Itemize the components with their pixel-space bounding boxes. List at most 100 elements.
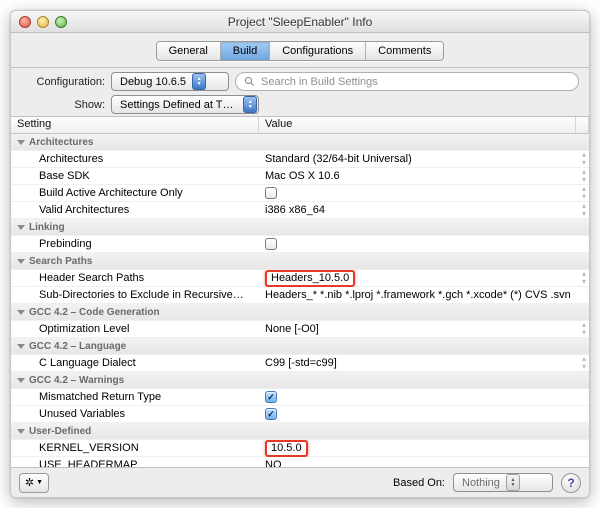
group-header[interactable]: Search Paths [11,253,589,270]
group-header[interactable]: GCC 4.2 – Code Generation [11,304,589,321]
setting-key: C Language Dialect [11,357,259,369]
disclosure-triangle-icon [17,429,25,434]
setting-key: Header Search Paths [11,272,259,284]
group-header[interactable]: Architectures [11,134,589,151]
action-menu-button[interactable]: ✲▼ [19,473,49,493]
show-popup[interactable]: Settings Defined at Thi… [111,95,259,114]
checkbox[interactable] [265,187,277,199]
setting-key: Mismatched Return Type [11,391,259,403]
setting-key: Unused Variables [11,408,259,420]
checkbox[interactable] [265,391,277,403]
zoom-icon[interactable] [55,16,67,28]
table-row[interactable]: Valid Architecturesi386 x86_64 [11,202,589,219]
show-value: Settings Defined at Thi… [120,99,237,111]
configuration-popup[interactable]: Debug 10.6.5 [111,72,229,91]
table-row[interactable]: KERNEL_VERSION 10.5.0 [11,440,589,457]
stepper-icon[interactable] [579,321,589,337]
based-on-value: Nothing [462,477,500,489]
table-row[interactable]: Prebinding [11,236,589,253]
table-row[interactable]: Base SDKMac OS X 10.6 [11,168,589,185]
setting-key: Architectures [11,153,259,165]
checkbox[interactable] [265,238,277,250]
titlebar: Project "SleepEnabler" Info [11,11,589,33]
table-row[interactable]: Build Active Architecture Only [11,185,589,202]
setting-value[interactable]: Standard (32/64-bit Universal) [259,153,579,165]
group-header[interactable]: GCC 4.2 – Language [11,338,589,355]
setting-value[interactable]: C99 [-std=c99] [259,357,579,369]
table-row[interactable]: Unused Variables [11,406,589,423]
help-button[interactable]: ? [561,473,581,493]
table-header: Setting Value [11,117,589,134]
stepper-icon[interactable] [579,270,589,286]
table-row[interactable]: ArchitecturesStandard (32/64-bit Univers… [11,151,589,168]
tab-general[interactable]: General [157,42,221,60]
table-row[interactable]: Mismatched Return Type [11,389,589,406]
setting-value[interactable]: None [-O0] [259,323,579,335]
table-row[interactable]: C Language DialectC99 [-std=c99] [11,355,589,372]
setting-value[interactable]: NO [259,459,579,467]
group-header[interactable]: User-Defined [11,423,589,440]
setting-key: Sub-Directories to Exclude in Recursive… [11,289,259,301]
search-input[interactable] [259,75,570,89]
checkbox[interactable] [265,408,277,420]
tab-build[interactable]: Build [221,42,270,60]
highlighted-value: 10.5.0 [265,440,308,457]
gear-icon: ✲ [25,476,34,489]
disclosure-triangle-icon [17,344,25,349]
disclosure-triangle-icon [17,140,25,145]
window-title: Project "SleepEnabler" Info [11,15,589,29]
table-body[interactable]: ArchitecturesArchitecturesStandard (32/6… [11,134,589,467]
table-row[interactable]: Sub-Directories to Exclude in Recursive…… [11,287,589,304]
close-icon[interactable] [19,16,31,28]
setting-value[interactable] [259,238,579,250]
setting-value[interactable] [259,391,579,403]
tab-configurations[interactable]: Configurations [270,42,366,60]
footer: ✲▼ Based On: Nothing ? [11,467,589,497]
chevron-down-icon: ▼ [36,479,43,486]
setting-key: Base SDK [11,170,259,182]
stepper-icon[interactable] [579,185,589,201]
table-row[interactable]: USE_HEADERMAPNO [11,457,589,467]
settings-table: Setting Value ArchitecturesArchitectures… [11,117,589,467]
disclosure-triangle-icon [17,310,25,315]
chevron-updown-icon [192,73,206,90]
based-on-popup[interactable]: Nothing [453,473,553,492]
group-header[interactable]: GCC 4.2 – Warnings [11,372,589,389]
setting-key: KERNEL_VERSION [11,442,259,454]
setting-key: Build Active Architecture Only [11,187,259,199]
based-on-label: Based On: [393,477,445,489]
disclosure-triangle-icon [17,225,25,230]
setting-value[interactable]: Mac OS X 10.6 [259,170,579,182]
column-value[interactable]: Value [259,117,576,133]
setting-value[interactable]: Headers_* *.nib *.lproj *.framework *.gc… [259,289,579,301]
tab-comments[interactable]: Comments [366,42,443,60]
search-icon [244,76,255,87]
stepper-icon[interactable] [579,202,589,218]
stepper-icon[interactable] [579,168,589,184]
tab-bar: GeneralBuildConfigurationsComments [11,33,589,68]
setting-value[interactable]: 10.5.0 [259,440,579,457]
setting-value[interactable] [259,408,579,420]
table-row[interactable]: Header Search Paths Headers_10.5.0 [11,270,589,287]
build-toolbar: Configuration: Debug 10.6.5 Show: Settin… [11,68,589,117]
search-field[interactable] [235,72,579,91]
highlighted-value: Headers_10.5.0 [265,270,355,287]
setting-value[interactable]: Headers_10.5.0 [259,270,579,287]
configuration-value: Debug 10.6.5 [120,76,186,88]
minimize-icon[interactable] [37,16,49,28]
setting-key: Optimization Level [11,323,259,335]
stepper-icon[interactable] [579,355,589,371]
chevron-updown-icon [506,474,520,491]
project-info-window: Project "SleepEnabler" Info GeneralBuild… [10,10,590,498]
setting-key: USE_HEADERMAP [11,459,259,467]
group-header[interactable]: Linking [11,219,589,236]
disclosure-triangle-icon [17,378,25,383]
setting-key: Prebinding [11,238,259,250]
setting-value[interactable]: i386 x86_64 [259,204,579,216]
column-setting[interactable]: Setting [11,117,259,133]
show-label: Show: [21,99,105,111]
setting-value[interactable] [259,187,579,199]
stepper-icon[interactable] [579,151,589,167]
table-row[interactable]: Optimization LevelNone [-O0] [11,321,589,338]
configuration-label: Configuration: [21,76,105,88]
